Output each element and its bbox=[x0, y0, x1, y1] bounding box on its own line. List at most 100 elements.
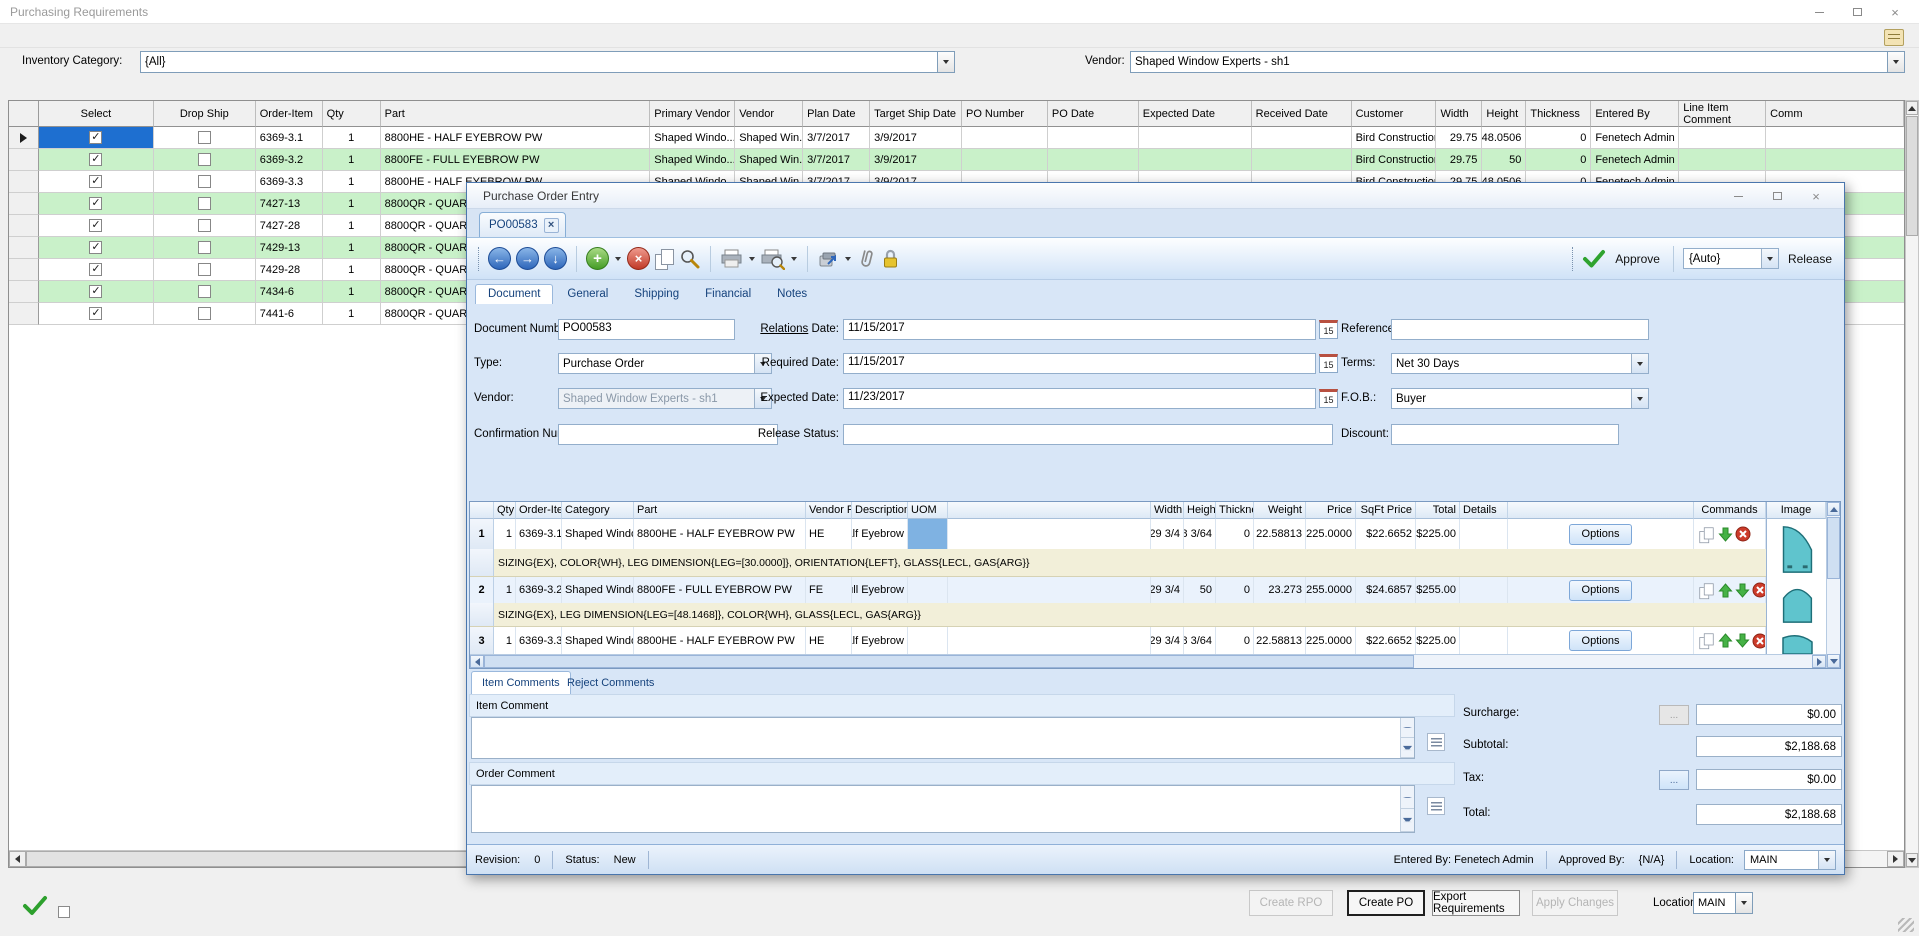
select-checkbox[interactable]: ✓ bbox=[89, 263, 102, 276]
drop-ship-checkbox[interactable] bbox=[198, 241, 211, 254]
col-plan-date[interactable]: Plan Date bbox=[803, 101, 870, 127]
grid-row[interactable]: 1 1 6369-3.1 Shaped Windows 8800HE - HAL… bbox=[470, 519, 1766, 549]
col-uom[interactable]: UOM bbox=[908, 502, 948, 519]
comment-spinner[interactable] bbox=[1400, 786, 1414, 832]
col-expected-date[interactable]: Expected Date bbox=[1139, 101, 1252, 127]
surcharge-options-button[interactable]: ... bbox=[1659, 705, 1689, 725]
grid-row-group[interactable]: 3 1 6369-3.3 Shaped Windows 8800HE - HAL… bbox=[470, 627, 1826, 654]
scrollbar-thumb[interactable] bbox=[1906, 116, 1918, 236]
col-description[interactable]: Description bbox=[852, 502, 908, 519]
footer-location-select[interactable]: MAIN bbox=[1693, 892, 1753, 914]
col-thickness[interactable]: Thickness bbox=[1216, 502, 1254, 519]
chevron-down-icon[interactable] bbox=[1631, 389, 1648, 408]
goto-button[interactable]: ↓ bbox=[544, 247, 567, 270]
chevron-down-icon[interactable] bbox=[1735, 893, 1752, 913]
scroll-up-icon[interactable] bbox=[1906, 101, 1918, 115]
scrollbar-thumb[interactable] bbox=[1827, 517, 1840, 579]
grid-row[interactable]: 2 1 6369-3.2 Shaped Windows 8800FE - FUL… bbox=[470, 577, 1766, 603]
table-row[interactable]: ✓ 6369-3.1 1 8800HE - HALF EYEBROW PW Sh… bbox=[9, 127, 1904, 149]
chevron-down-icon[interactable] bbox=[615, 257, 621, 261]
col-qty[interactable]: Qty bbox=[494, 502, 516, 519]
cancel-button[interactable]: × bbox=[627, 247, 650, 270]
col-line-item-comment[interactable]: Line Item Comment bbox=[1679, 101, 1766, 127]
grid-corner[interactable] bbox=[470, 502, 494, 519]
dialog-minimize-button[interactable] bbox=[1726, 187, 1750, 205]
tab-financial[interactable]: Financial bbox=[693, 285, 763, 304]
tab-document[interactable]: Document bbox=[475, 284, 553, 304]
scroll-left-icon[interactable] bbox=[9, 851, 26, 867]
col-width[interactable]: Width bbox=[1151, 502, 1184, 519]
copy-row-icon[interactable] bbox=[1699, 526, 1713, 542]
release-button[interactable]: Release bbox=[1784, 252, 1836, 266]
dialog-maximize-button[interactable] bbox=[1765, 187, 1789, 205]
col-category[interactable]: Category bbox=[562, 502, 634, 519]
fob-select[interactable]: Buyer bbox=[1391, 388, 1649, 409]
scroll-down-icon[interactable] bbox=[1906, 853, 1918, 867]
tab-reject-comments[interactable]: Reject Comments bbox=[557, 671, 664, 694]
chevron-down-icon[interactable] bbox=[1887, 52, 1904, 72]
tab-shipping[interactable]: Shipping bbox=[622, 285, 691, 304]
relations-link[interactable]: Relations bbox=[760, 323, 808, 335]
calendar-icon[interactable]: 15 bbox=[1319, 354, 1338, 373]
col-order-item[interactable]: Order-Item bbox=[256, 101, 323, 127]
col-vendor[interactable]: Vendor bbox=[735, 101, 803, 127]
chevron-down-icon[interactable] bbox=[1761, 249, 1778, 268]
col-drop-ship[interactable]: Drop Ship bbox=[154, 101, 256, 127]
copy-row-icon[interactable] bbox=[1699, 633, 1713, 649]
chevron-down-icon[interactable] bbox=[1631, 354, 1648, 373]
scrollbar-thumb[interactable] bbox=[484, 655, 1414, 668]
grid-horizontal-scrollbar[interactable] bbox=[470, 654, 1826, 668]
dialog-location-select[interactable]: MAIN bbox=[1744, 850, 1836, 870]
scroll-right-icon[interactable] bbox=[1812, 655, 1826, 668]
move-down-icon[interactable] bbox=[1735, 633, 1750, 648]
item-comment-textarea[interactable] bbox=[471, 717, 1415, 759]
col-image[interactable]: Image bbox=[1766, 502, 1826, 519]
calendar-icon[interactable]: 15 bbox=[1319, 320, 1338, 339]
copy-icon[interactable] bbox=[655, 248, 674, 269]
drop-ship-checkbox[interactable] bbox=[198, 131, 211, 144]
select-checkbox[interactable]: ✓ bbox=[89, 197, 102, 210]
required-date-field[interactable]: 11/15/2017 bbox=[843, 353, 1316, 374]
col-weight[interactable]: Weight bbox=[1254, 502, 1306, 519]
tab-general[interactable]: General bbox=[555, 285, 620, 304]
print-icon[interactable] bbox=[720, 248, 743, 270]
dialog-title-bar[interactable]: Purchase Order Entry × bbox=[467, 183, 1844, 209]
select-checkbox[interactable]: ✓ bbox=[89, 307, 102, 320]
forward-button[interactable]: → bbox=[516, 247, 539, 270]
col-target-ship-date[interactable]: Target Ship Date bbox=[870, 101, 962, 127]
col-primary-vendor[interactable]: Primary Vendor bbox=[650, 101, 735, 127]
scroll-right-icon[interactable] bbox=[1887, 851, 1904, 867]
col-qty[interactable]: Qty bbox=[323, 101, 381, 127]
select-checkbox[interactable]: ✓ bbox=[89, 131, 102, 144]
grid-vertical-scrollbar[interactable] bbox=[1826, 502, 1840, 668]
col-comment[interactable]: Comm bbox=[1766, 101, 1904, 127]
po-document-tab[interactable]: PO00583 × bbox=[479, 212, 566, 237]
chevron-down-icon[interactable] bbox=[937, 52, 954, 72]
select-checkbox[interactable]: ✓ bbox=[89, 285, 102, 298]
text-lines-icon[interactable] bbox=[1427, 797, 1445, 815]
chevron-down-icon[interactable] bbox=[749, 257, 755, 261]
approve-button[interactable]: Approve bbox=[1611, 252, 1664, 266]
back-button[interactable]: ← bbox=[488, 247, 511, 270]
order-comment-textarea[interactable] bbox=[471, 785, 1415, 833]
select-checkbox[interactable]: ✓ bbox=[89, 241, 102, 254]
approve-check-icon[interactable] bbox=[1582, 249, 1606, 269]
chevron-down-icon[interactable] bbox=[845, 257, 851, 261]
col-part[interactable]: Part bbox=[381, 101, 651, 127]
col-total[interactable]: Total bbox=[1416, 502, 1460, 519]
chevron-down-icon[interactable] bbox=[1818, 851, 1835, 869]
scroll-down-icon[interactable] bbox=[1827, 654, 1840, 668]
attachment-icon[interactable] bbox=[854, 245, 877, 272]
delete-row-icon[interactable] bbox=[1752, 633, 1766, 649]
options-button[interactable]: Options bbox=[1569, 580, 1633, 601]
validate-check-icon[interactable] bbox=[22, 895, 48, 917]
tab-item-comments[interactable]: Item Comments bbox=[471, 671, 571, 694]
export-requirements-button[interactable]: Export Requirements bbox=[1432, 890, 1520, 916]
select-checkbox[interactable]: ✓ bbox=[89, 219, 102, 232]
chevron-down-icon[interactable] bbox=[791, 257, 797, 261]
col-thickness[interactable]: Thickness bbox=[1526, 101, 1591, 127]
release-status-field[interactable] bbox=[843, 424, 1333, 445]
export-icon[interactable] bbox=[817, 248, 839, 270]
maximize-button[interactable] bbox=[1845, 3, 1869, 21]
report-icon[interactable] bbox=[1884, 29, 1904, 46]
